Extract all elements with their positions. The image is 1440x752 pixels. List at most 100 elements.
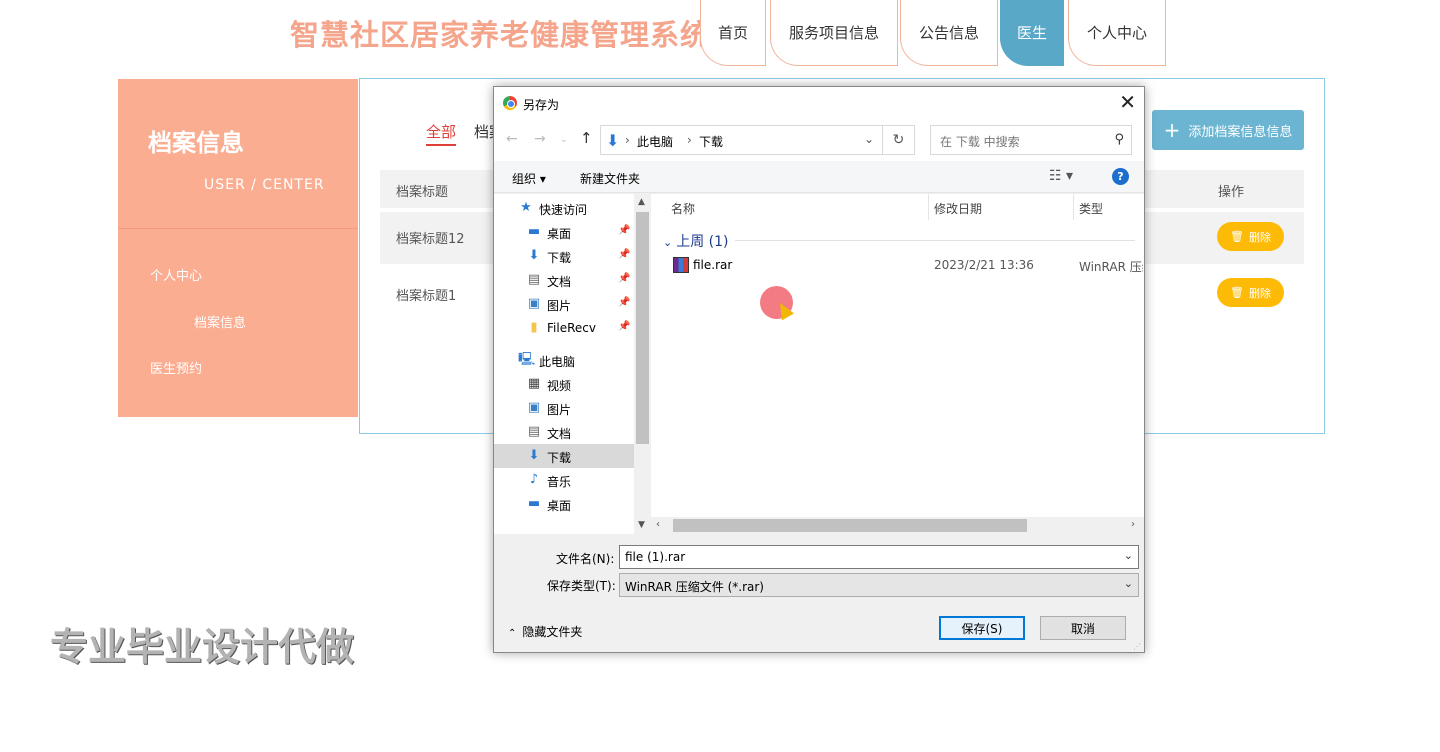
chevron-down-icon: ⌄ xyxy=(663,236,673,249)
recent-chevron-icon[interactable]: ⌄ xyxy=(560,135,568,145)
delete-button[interactable]: 🗑 删除 xyxy=(1217,278,1284,307)
tree-item-music[interactable]: ♪ 音乐 xyxy=(494,468,634,492)
column-header-name[interactable]: 名称 xyxy=(671,200,695,217)
sidebar-item-personal-center[interactable]: 个人中心 xyxy=(150,265,202,284)
tree-item-label: 桌面 xyxy=(547,499,572,513)
column-header-title: 档案标题 xyxy=(396,185,449,200)
picture-icon: ▣ xyxy=(527,400,541,415)
hide-folders-toggle[interactable]: ⌃ 隐藏文件夹 xyxy=(508,623,582,640)
tree-item-pictures[interactable]: ▣ 图片 📌 xyxy=(494,292,634,316)
document-icon: ▤ xyxy=(527,272,541,287)
tree-item-label: 音乐 xyxy=(547,475,572,489)
tree-item-label: 图片 xyxy=(547,299,572,313)
breadcrumb-separator: › xyxy=(687,133,692,147)
search-input[interactable]: 在 下载 中搜索 ⚲ xyxy=(930,125,1132,155)
add-archive-button[interactable]: + 添加档案信息信息 xyxy=(1152,110,1304,150)
close-icon[interactable]: ✕ xyxy=(1119,90,1136,114)
view-options-icon[interactable]: ☷ ▾ xyxy=(1049,168,1073,184)
breadcrumb-downloads[interactable]: 下载 xyxy=(699,133,723,150)
cancel-button[interactable]: 取消 xyxy=(1040,616,1126,640)
sidebar-item-doctor-appointment[interactable]: 医生预约 xyxy=(150,358,202,377)
delete-label: 删除 xyxy=(1248,286,1271,300)
group-label: 上周 (1) xyxy=(676,234,729,250)
tree-item-quick-access[interactable]: ★ 快速访问 xyxy=(494,196,634,220)
tree-item-this-pc[interactable]: 🖳 此电脑 xyxy=(494,348,634,372)
delete-button[interactable]: 🗑 删除 xyxy=(1217,222,1284,251)
file-modified: 2023/2/21 13:36 xyxy=(934,258,1034,272)
chevron-down-icon[interactable]: ⌄ xyxy=(1124,549,1133,562)
column-header-operation: 操作 xyxy=(1218,185,1245,200)
hide-folders-label: 隐藏文件夹 xyxy=(522,625,583,639)
tree-item-label: 文档 xyxy=(547,275,572,289)
tree-item-downloads[interactable]: ⬇ 下载 📌 xyxy=(494,244,634,268)
nav-personal-center[interactable]: 个人中心 xyxy=(1068,0,1166,66)
sidebar-divider xyxy=(118,228,358,229)
tree-item-desktop[interactable]: ▬ 桌面 📌 xyxy=(494,220,634,244)
nav-services[interactable]: 服务项目信息 xyxy=(770,0,898,66)
desktop-icon: ▬ xyxy=(527,496,541,511)
scroll-down-icon[interactable]: ▼ xyxy=(638,520,645,530)
desktop-icon: ▬ xyxy=(527,224,541,239)
save-button[interactable]: 保存(S) xyxy=(939,616,1025,640)
refresh-icon[interactable]: ↻ xyxy=(883,125,915,155)
scroll-up-icon[interactable]: ▲ xyxy=(638,197,645,207)
chrome-icon xyxy=(503,96,517,110)
scrollbar-thumb[interactable] xyxy=(673,519,1027,532)
navigation-scrollbar[interactable]: ▲ ▼ xyxy=(634,194,651,534)
address-bar[interactable]: ⬇ › 此电脑 › 下载 ⌄ xyxy=(600,125,883,155)
nav-announcements[interactable]: 公告信息 xyxy=(900,0,998,66)
tree-item-label: 桌面 xyxy=(547,227,572,241)
nav-doctor[interactable]: 医生 xyxy=(1000,0,1064,66)
list-item[interactable]: file.rar 2023/2/21 13:36 WinRAR 压缩 xyxy=(651,254,1144,278)
resize-grip-icon[interactable]: ⋰ xyxy=(1133,642,1141,651)
group-header[interactable]: ⌄ 上周 (1) xyxy=(663,231,729,251)
column-header-type[interactable]: 类型 xyxy=(1079,200,1103,217)
chevron-down-icon[interactable]: ⌄ xyxy=(864,132,874,146)
nav-home[interactable]: 首页 xyxy=(700,0,766,66)
tree-item-desktop-pc[interactable]: ▬ 桌面 xyxy=(494,492,634,516)
up-arrow-icon[interactable]: ↑ xyxy=(580,129,593,147)
pin-icon: 📌 xyxy=(618,321,631,332)
site-title: 智慧社区居家养老健康管理系统 xyxy=(290,18,711,52)
tree-item-pictures-pc[interactable]: ▣ 图片 xyxy=(494,396,634,420)
help-icon[interactable]: ? xyxy=(1112,168,1129,185)
tree-item-filerecv[interactable]: ▮ FileRecv 📌 xyxy=(494,316,634,340)
forward-arrow-icon[interactable]: → xyxy=(534,131,546,147)
sidebar-subtitle: USER / CENTER xyxy=(204,177,325,193)
tree-item-documents-pc[interactable]: ▤ 文档 xyxy=(494,420,634,444)
breadcrumb-this-pc[interactable]: 此电脑 xyxy=(637,133,673,150)
tree-item-documents[interactable]: ▤ 文档 📌 xyxy=(494,268,634,292)
row-title: 档案标题12 xyxy=(396,232,465,247)
breadcrumb-separator: › xyxy=(625,133,630,147)
organize-menu[interactable]: 组织 ▾ xyxy=(512,170,546,187)
navigation-pane: ★ 快速访问 ▬ 桌面 📌 ⬇ 下载 📌 ▤ 文档 📌 ▣ 图片 📌 ▮ Fil… xyxy=(494,194,651,534)
rar-archive-icon xyxy=(673,257,689,273)
tab-all[interactable]: 全部 xyxy=(426,121,457,146)
computer-icon: 🖳 xyxy=(518,352,536,367)
scroll-left-icon[interactable]: ‹ xyxy=(656,519,660,530)
new-folder-button[interactable]: 新建文件夹 xyxy=(580,170,640,187)
scroll-right-icon[interactable]: › xyxy=(1131,519,1135,530)
tree-item-label: 此电脑 xyxy=(539,355,576,369)
chevron-down-icon[interactable]: ⌄ xyxy=(1124,577,1133,590)
horizontal-scrollbar[interactable]: ‹ › xyxy=(651,517,1144,534)
sidebar-title: 档案信息 xyxy=(148,129,244,157)
sidebar-item-archive[interactable]: 档案信息 xyxy=(194,312,246,331)
star-icon: ★ xyxy=(520,200,532,215)
sidebar: 档案信息 USER / CENTER 个人中心 档案信息 医生预约 xyxy=(118,79,358,417)
filetype-select[interactable]: WinRAR 压缩文件 (*.rar) ⌄ xyxy=(619,573,1139,597)
plus-icon: + xyxy=(1163,118,1181,142)
column-separator xyxy=(1073,194,1074,220)
filename-label: 文件名(N): xyxy=(556,552,615,566)
column-header-modified[interactable]: 修改日期 xyxy=(934,200,982,217)
chevron-up-icon: ⌃ xyxy=(508,628,517,639)
scrollbar-thumb[interactable] xyxy=(636,212,649,444)
address-row: ← → ⌄ ↑ ⬇ › 此电脑 › 下载 ⌄ ↻ 在 下载 中搜索 ⚲ xyxy=(494,119,1144,161)
picture-icon: ▣ xyxy=(527,296,541,311)
back-arrow-icon[interactable]: ← xyxy=(506,131,518,147)
tree-item-downloads-pc[interactable]: ⬇ 下载 xyxy=(494,444,634,468)
filename-field[interactable]: file (1).rar ⌄ xyxy=(619,545,1139,569)
trash-icon: 🗑 xyxy=(1230,286,1244,299)
tree-item-videos[interactable]: ▦ 视频 xyxy=(494,372,634,396)
video-icon: ▦ xyxy=(527,376,541,391)
